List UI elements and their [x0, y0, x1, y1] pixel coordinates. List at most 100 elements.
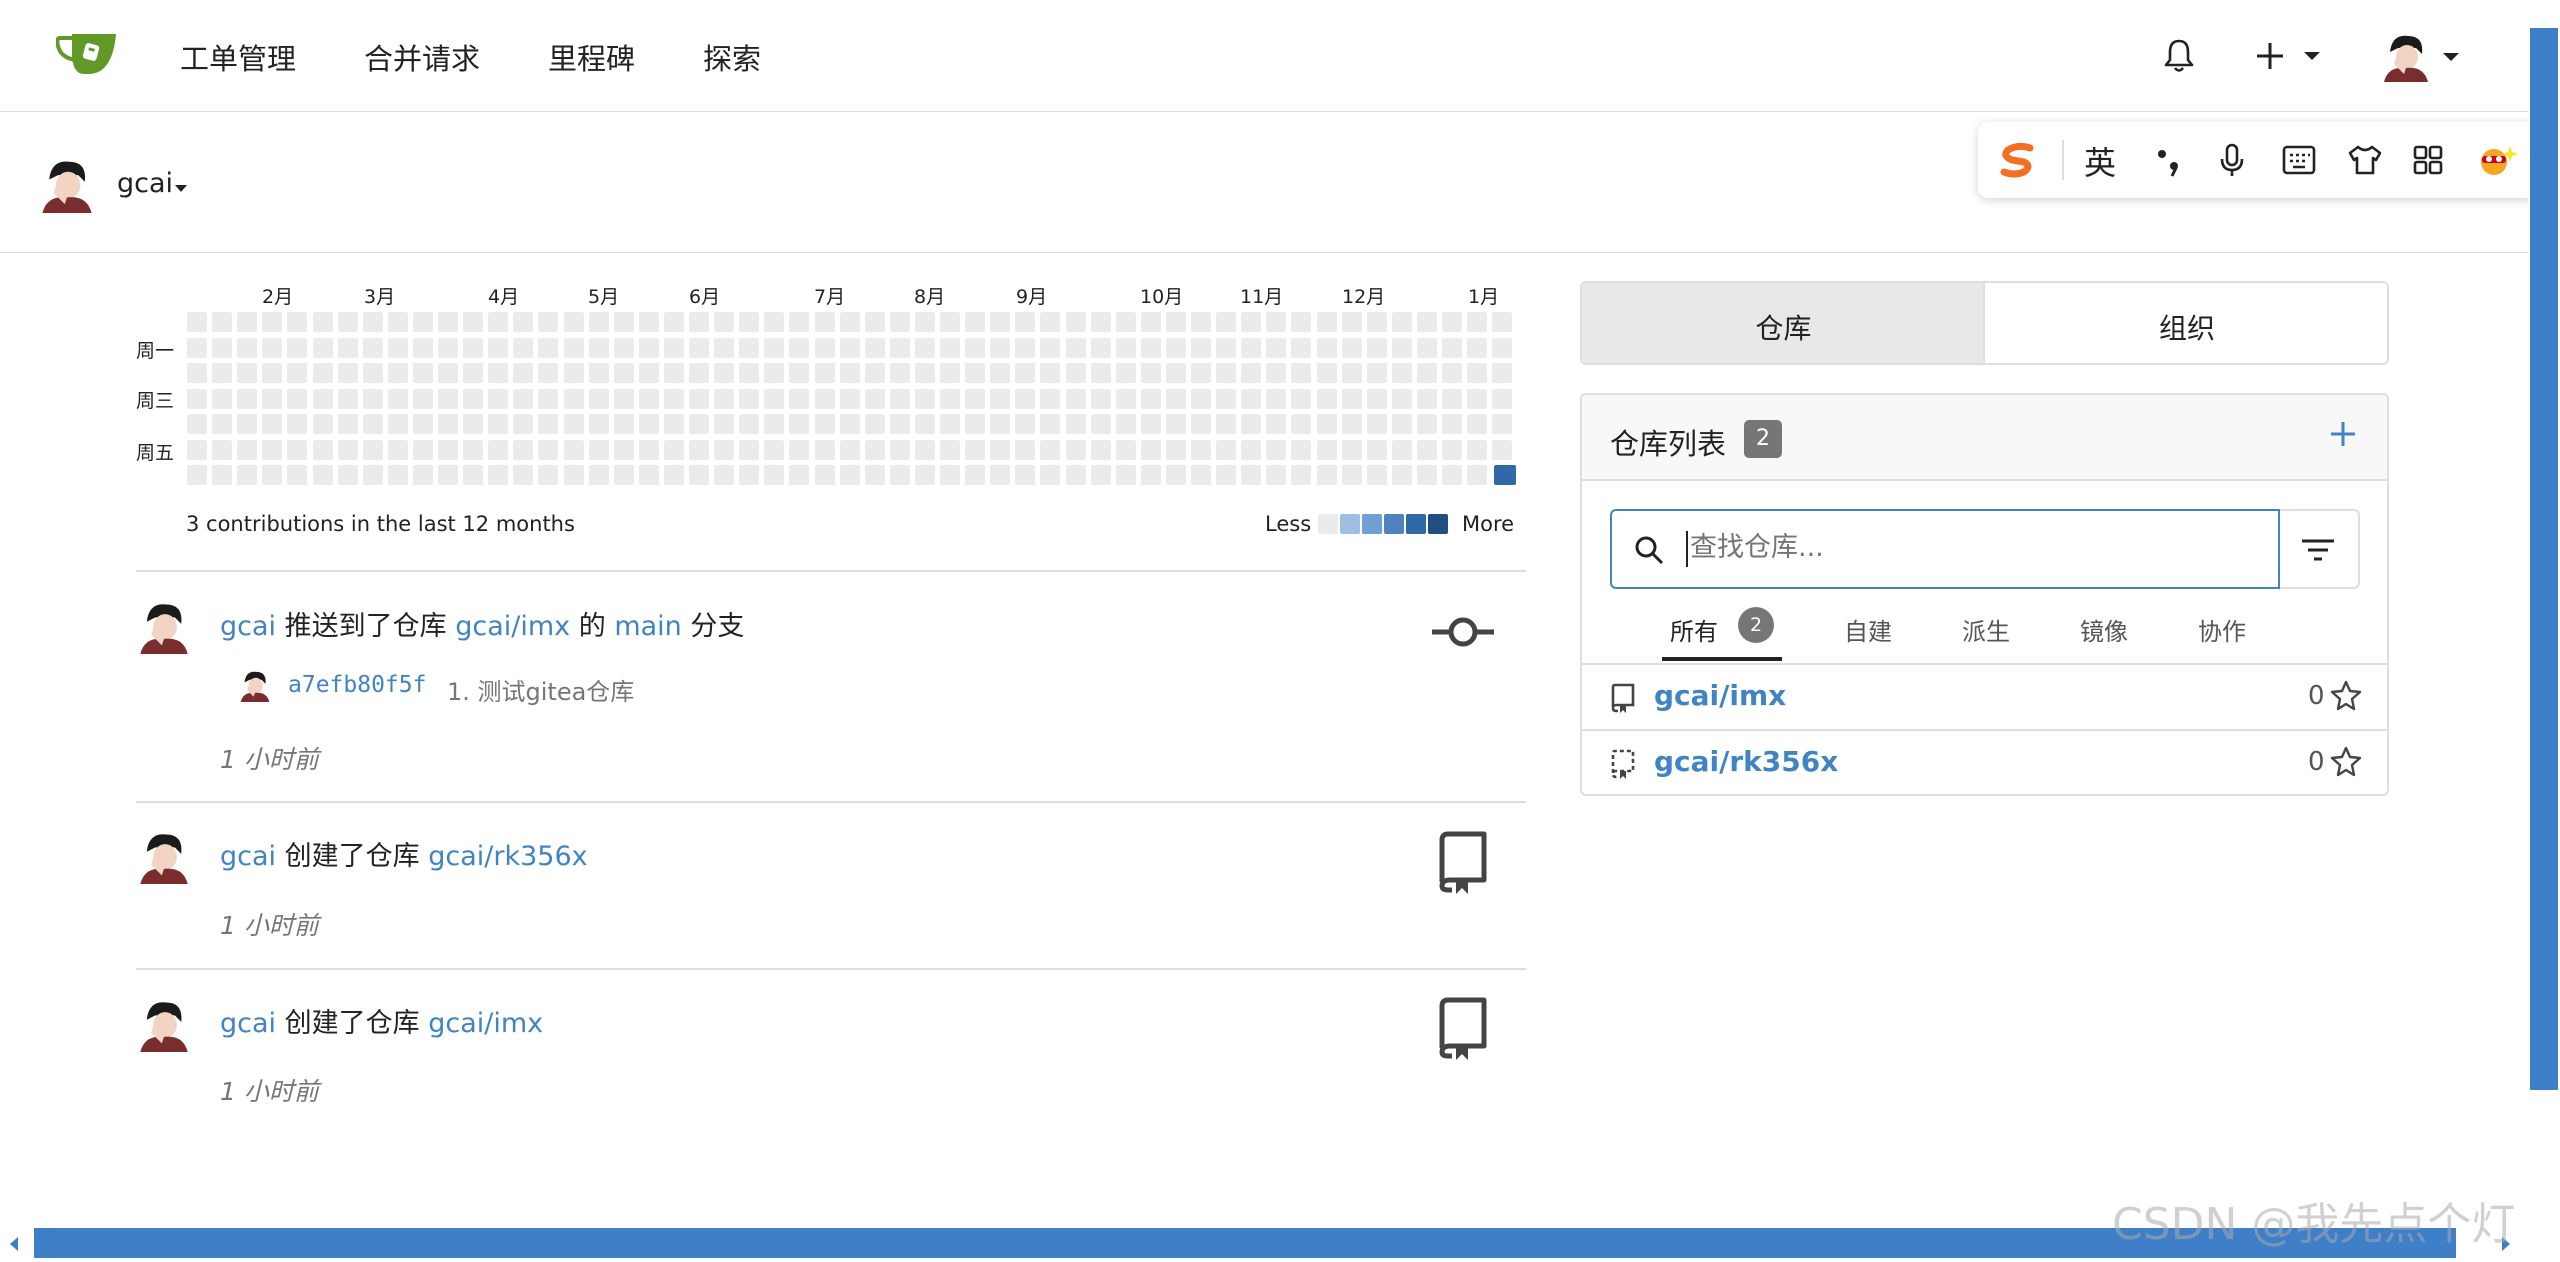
- heatmap-month-label: 2月: [262, 286, 294, 308]
- microphone-icon[interactable]: [2218, 142, 2246, 178]
- filter-tab-sources[interactable]: 自建: [1844, 612, 1892, 647]
- heatmap-cell: [212, 312, 232, 332]
- heatmap-cell: [739, 465, 759, 485]
- context-switcher-label[interactable]: gcai: [117, 168, 173, 199]
- scroll-left-icon[interactable]: [8, 1236, 20, 1252]
- legend-swatch: [1384, 514, 1404, 534]
- heatmap-cell: [564, 465, 584, 485]
- feed-user-avatar[interactable]: [136, 996, 192, 1052]
- punctuation-icon[interactable]: [2154, 142, 2184, 178]
- filter-button[interactable]: [2280, 509, 2360, 589]
- tab-repositories[interactable]: 仓库: [1582, 283, 1985, 363]
- heatmap-cell: [1467, 440, 1487, 460]
- heatmap-cell: [1116, 363, 1136, 383]
- heatmap-cell: [513, 363, 533, 383]
- heatmap-cell: [865, 312, 885, 332]
- keyboard-icon[interactable]: [2282, 144, 2316, 176]
- heatmap-cell: [915, 312, 935, 332]
- feed-connector: 的: [578, 611, 606, 642]
- filter-tab-forks[interactable]: 派生: [1962, 612, 2010, 647]
- heatmap-cell: [664, 440, 684, 460]
- heatmap-cell: [1367, 389, 1387, 409]
- heatmap-cell: [1091, 338, 1111, 358]
- skin-shirt-icon[interactable]: [2346, 144, 2384, 176]
- legend-swatch: [1406, 514, 1426, 534]
- heatmap-cell: [488, 440, 508, 460]
- heatmap-cell: [463, 338, 483, 358]
- filter-tab-collaborative[interactable]: 协作: [2198, 612, 2246, 647]
- heatmap-cell: [438, 414, 458, 434]
- heatmap-cell: [438, 338, 458, 358]
- heatmap-cell: [714, 389, 734, 409]
- heatmap-cell: [940, 389, 960, 409]
- heatmap-cell: [338, 440, 358, 460]
- vertical-scrollbar-thumb[interactable]: [2530, 28, 2558, 1090]
- add-repo-icon[interactable]: [2328, 419, 2358, 449]
- heatmap-cell: [212, 414, 232, 434]
- heatmap-cell: [639, 389, 659, 409]
- heatmap-cell: [564, 312, 584, 332]
- heatmap-cell: [1015, 440, 1035, 460]
- heatmap-cell: [1216, 465, 1236, 485]
- heatmap-cell: [1467, 312, 1487, 332]
- feed-user-avatar[interactable]: [136, 598, 192, 654]
- heatmap-cell: [1216, 389, 1236, 409]
- user-avatar[interactable]: [2380, 30, 2432, 82]
- feed-repo-link[interactable]: gcai/rk356x: [428, 841, 587, 872]
- heatmap-cell: [388, 389, 408, 409]
- heatmap-cell: [438, 465, 458, 485]
- feed-user-avatar[interactable]: [136, 828, 192, 884]
- heatmap-cell: [689, 338, 709, 358]
- repo-name-link[interactable]: gcai/imx: [1654, 679, 1786, 712]
- filter-tab-all[interactable]: 所有: [1670, 612, 1718, 647]
- repo-name-link[interactable]: gcai/rk356x: [1654, 745, 1838, 778]
- feed-repo-link[interactable]: gcai/imx: [428, 1008, 543, 1039]
- sogou-logo-icon[interactable]: [1998, 140, 2038, 180]
- feed-user-link[interactable]: gcai: [220, 1008, 276, 1039]
- heatmap-month-label: 4月: [488, 286, 520, 308]
- heatmap-cell: [915, 414, 935, 434]
- user-menu-caret-icon[interactable]: [2442, 48, 2460, 61]
- heatmap-cell: [287, 414, 307, 434]
- feed-timestamp: 1 小时前: [220, 745, 319, 774]
- heatmap-cell: [538, 414, 558, 434]
- nav-explore[interactable]: 探索: [703, 36, 761, 78]
- create-new-dropdown[interactable]: [2256, 38, 2322, 74]
- heatmap-cell: [1492, 312, 1512, 332]
- feed-branch-link[interactable]: main: [614, 611, 681, 642]
- heatmap-cell: [338, 363, 358, 383]
- feed-user-link[interactable]: gcai: [220, 611, 276, 642]
- vertical-scrollbar-track[interactable]: [2528, 0, 2560, 1262]
- nav-pull-requests[interactable]: 合并请求: [364, 36, 480, 78]
- apps-grid-icon[interactable]: [2412, 144, 2444, 176]
- heatmap-cell: [1241, 465, 1261, 485]
- nav-milestones[interactable]: 里程碑: [548, 36, 635, 78]
- ime-mascot-icon[interactable]: [2476, 142, 2518, 178]
- heatmap-cell: [1317, 338, 1337, 358]
- top-navbar: 工单管理 合并请求 里程碑 探索: [0, 0, 2528, 112]
- horizontal-scrollbar-thumb[interactable]: [34, 1228, 2456, 1258]
- feed-user-link[interactable]: gcai: [220, 841, 276, 872]
- commit-sha-link[interactable]: a7efb80f5f: [288, 672, 426, 698]
- nav-issues[interactable]: 工单管理: [180, 36, 296, 78]
- notification-bell-icon[interactable]: [2163, 38, 2195, 74]
- filter-tab-mirrors[interactable]: 镜像: [2080, 612, 2128, 647]
- heatmap-cell: [287, 440, 307, 460]
- feed-repo-link[interactable]: gcai/imx: [455, 611, 570, 642]
- heatmap-cell: [313, 338, 333, 358]
- ime-language-toggle[interactable]: 英: [2084, 138, 2116, 184]
- repo-row[interactable]: gcai/imx 0: [1582, 665, 2387, 729]
- tab-organizations[interactable]: 组织: [1987, 283, 2387, 363]
- repo-search-input[interactable]: [1690, 525, 2250, 569]
- heatmap-cell: [338, 312, 358, 332]
- heatmap-cell: [1116, 440, 1136, 460]
- heatmap-cell: [614, 363, 634, 383]
- heatmap-cell: [1317, 312, 1337, 332]
- gitea-logo-icon[interactable]: [55, 28, 120, 76]
- heatmap-cell: [1266, 414, 1286, 434]
- heatmap-weekday-label: 周五: [136, 442, 175, 464]
- heatmap-cell: [363, 338, 383, 358]
- context-caret-icon[interactable]: [174, 179, 188, 192]
- heatmap-cell: [1091, 312, 1111, 332]
- repo-row[interactable]: gcai/rk356x 0: [1582, 731, 2387, 795]
